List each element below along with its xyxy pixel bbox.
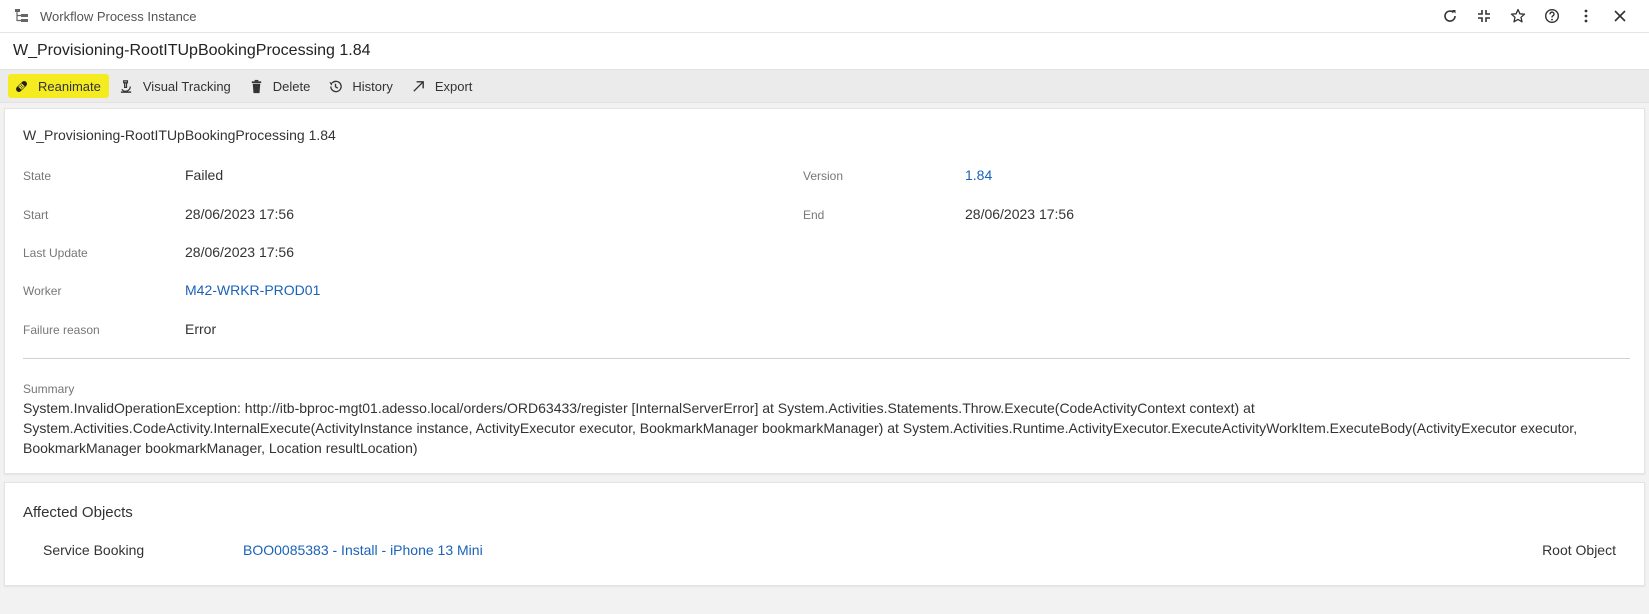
list-item: Service Booking BOO0085383 - Install - i… [43, 542, 1616, 558]
end-label: End [803, 208, 825, 222]
failure-reason-label: Failure reason [23, 323, 100, 337]
last-update-value: 28/06/2023 17:56 [185, 244, 294, 260]
worker-link[interactable]: M42-WRKR-PROD01 [185, 282, 320, 298]
object-role: Root Object [1542, 542, 1616, 558]
details-title: W_Provisioning-RootITUpBookingProcessing… [23, 127, 336, 143]
refresh-icon[interactable] [1433, 0, 1467, 33]
history-button[interactable]: History [322, 74, 400, 98]
delete-label: Delete [272, 78, 311, 94]
failure-reason-value: Error [185, 321, 217, 337]
reanimate-button[interactable]: Reanimate [8, 74, 109, 98]
process-details-card: W_Provisioning-RootITUpBookingProcessing… [4, 108, 1645, 474]
page-title: W_Provisioning-RootITUpBookingProcessing… [0, 33, 1649, 69]
affected-objects-title: Affected Objects [23, 504, 133, 521]
history-label: History [352, 78, 393, 94]
window-title: Workflow Process Instance [40, 8, 197, 24]
last-update-label: Last Update [23, 246, 88, 260]
state-value: Failed [185, 167, 224, 183]
start-label: Start [23, 208, 49, 222]
affected-objects-card: Affected Objects Service Booking BOO0085… [4, 482, 1645, 586]
visual-tracking-button[interactable]: Visual Tracking [113, 74, 239, 98]
section-divider [23, 358, 1630, 359]
collapse-icon[interactable] [1467, 0, 1501, 33]
bandage-icon [16, 80, 27, 92]
history-icon [329, 80, 343, 92]
state-label: State [23, 169, 52, 183]
start-value: 28/06/2023 17:56 [185, 206, 294, 222]
summary-text: System.InvalidOperationException: http:/… [23, 400, 1578, 456]
version-link[interactable]: 1.84 [965, 167, 992, 183]
help-icon[interactable] [1535, 0, 1569, 33]
window-titlebar: Workflow Process Instance [0, 0, 1649, 33]
object-type: Service Booking [43, 542, 145, 558]
summary-label: Summary [23, 382, 75, 396]
object-link[interactable]: BOO0085383 - Install - iPhone 13 Mini [243, 542, 1542, 558]
action-toolbar: Reanimate Visual Tracking Delete History… [0, 69, 1649, 103]
star-icon[interactable] [1501, 0, 1535, 33]
workflow-icon [12, 6, 32, 26]
export-label: Export [434, 78, 473, 94]
worker-label: Worker [23, 284, 62, 298]
end-value: 28/06/2023 17:56 [965, 206, 1074, 222]
version-label: Version [803, 169, 844, 183]
visual-tracking-label: Visual Tracking [142, 78, 231, 94]
close-icon[interactable] [1603, 0, 1637, 33]
more-vert-icon[interactable] [1569, 0, 1603, 33]
microscope-icon [120, 79, 132, 93]
reanimate-label: Reanimate [38, 78, 101, 94]
export-button[interactable]: Export [405, 74, 481, 98]
arrow-up-right-icon [413, 80, 424, 92]
trash-icon [251, 79, 261, 93]
delete-button[interactable]: Delete [243, 74, 319, 98]
